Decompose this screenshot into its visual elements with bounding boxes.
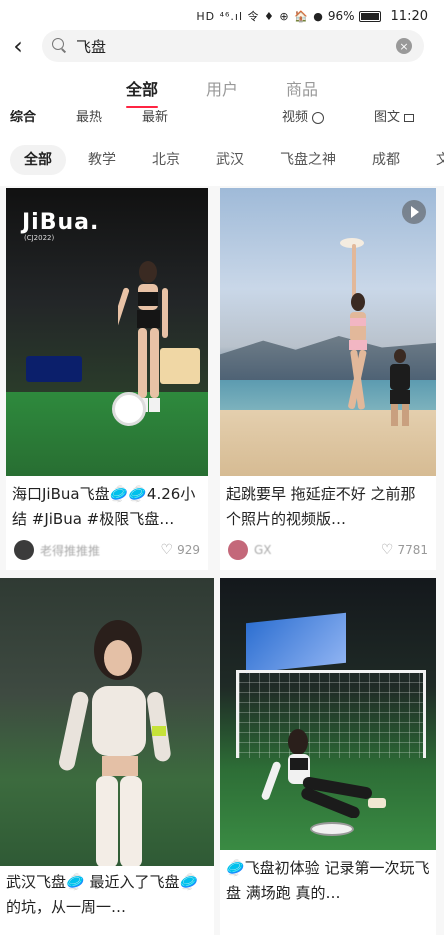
battery-icon bbox=[358, 10, 381, 22]
note-meta: GX ♡ 7781 bbox=[228, 540, 428, 560]
sort-bar: 综合 最热 最新 视频 图文 bbox=[0, 110, 444, 128]
avatar[interactable] bbox=[228, 540, 248, 560]
note-meta: 老得推推推 ♡ 929 bbox=[14, 540, 200, 560]
avatar[interactable] bbox=[14, 540, 34, 560]
heart-icon[interactable]: ♡ bbox=[381, 542, 394, 558]
chip-copywriting[interactable]: 文案 bbox=[422, 145, 444, 175]
chip-chengdu[interactable]: 成都 bbox=[358, 145, 414, 175]
jumping-player-figure bbox=[348, 244, 367, 410]
author-name[interactable]: 老得推推推 bbox=[40, 542, 161, 559]
sort-image-text[interactable]: 图文 bbox=[374, 110, 415, 125]
billboard-screen bbox=[246, 612, 346, 674]
battery-percentage: 96% bbox=[327, 9, 355, 23]
frisbee-disc bbox=[112, 392, 146, 426]
status-time: 11:20 bbox=[390, 8, 428, 24]
note-title[interactable]: 🥏飞盘初体验 记录第一次玩飞盘 满场跑 真的… bbox=[226, 856, 430, 906]
filter-chips: 全部 教学 北京 武汉 飞盘之神 成都 文案 bbox=[0, 144, 444, 176]
sitting-player-figure bbox=[261, 729, 386, 818]
note-cover-image[interactable] bbox=[220, 578, 436, 850]
like-count: 929 bbox=[177, 543, 200, 557]
note-title[interactable]: 海口JiBua飞盘🥏🥏4.26小结 #JiBua #极限飞盘… bbox=[12, 482, 202, 532]
note-cover-image[interactable] bbox=[0, 578, 214, 866]
tab-products[interactable]: 商品 bbox=[286, 76, 318, 110]
filter-icon bbox=[404, 113, 415, 122]
note-title[interactable]: 起跳要早 拖延症不好 之前那个照片的视频版… bbox=[226, 482, 430, 532]
chip-wuhan[interactable]: 武汉 bbox=[202, 145, 258, 175]
results-feed: JiBua. (CJ2022) 海口JiBua飞盘🥏🥏4.26小结 #JiBua… bbox=[0, 186, 444, 935]
clear-search-icon[interactable]: × bbox=[396, 38, 412, 54]
sort-comprehensive[interactable]: 综合 bbox=[10, 110, 36, 125]
result-type-tabs: 全部 用户 商品 bbox=[0, 76, 444, 110]
sort-video[interactable]: 视频 bbox=[282, 110, 325, 125]
sort-newest[interactable]: 最新 bbox=[142, 110, 168, 125]
sponsor-banner bbox=[26, 356, 82, 382]
tab-all[interactable]: 全部 bbox=[126, 76, 158, 110]
video-play-icon bbox=[402, 200, 426, 224]
tab-users[interactable]: 用户 bbox=[206, 76, 238, 110]
sort-video-label: 视频 bbox=[282, 110, 309, 125]
note-card[interactable]: JiBua. (CJ2022) 海口JiBua飞盘🥏🥏4.26小结 #JiBua… bbox=[6, 188, 208, 570]
note-title[interactable]: 武汉飞盘🥏 最近入了飞盘🥏的坑，从一周一… bbox=[6, 870, 208, 920]
frisbee-disc bbox=[310, 822, 354, 836]
search-bar[interactable]: 飞盘 × bbox=[42, 30, 424, 62]
spectator-figure bbox=[390, 349, 410, 426]
chip-teaching[interactable]: 教学 bbox=[74, 145, 130, 175]
chip-all[interactable]: 全部 bbox=[10, 145, 66, 175]
status-bar: HD ⁴⁶.ıl 令 ♦ ⊕ 🏠 ● 96% 11:20 bbox=[0, 0, 444, 32]
sort-hottest[interactable]: 最热 bbox=[76, 110, 102, 125]
back-arrow-icon[interactable]: ‹ bbox=[6, 32, 30, 60]
filter-circle-icon bbox=[312, 111, 325, 124]
sort-image-text-label: 图文 bbox=[374, 110, 401, 125]
jibua-logo-subtext: (CJ2022) bbox=[24, 234, 55, 242]
note-card[interactable]: 起跳要早 拖延症不好 之前那个照片的视频版… GX ♡ 7781 bbox=[220, 188, 436, 570]
author-name[interactable]: GX bbox=[254, 543, 381, 557]
player-figure bbox=[59, 620, 171, 866]
like-count: 7781 bbox=[397, 543, 428, 557]
search-input[interactable]: 飞盘 bbox=[76, 36, 396, 57]
note-cover-image[interactable]: JiBua. (CJ2022) bbox=[6, 188, 208, 476]
heart-icon[interactable]: ♡ bbox=[161, 542, 174, 558]
search-icon bbox=[52, 38, 68, 54]
jibua-logo: JiBua. bbox=[22, 210, 100, 235]
status-icons: HD ⁴⁶.ıl 令 ♦ ⊕ 🏠 ● bbox=[196, 10, 324, 23]
note-card[interactable]: 武汉飞盘🥏 最近入了飞盘🥏的坑，从一周一… bbox=[0, 578, 214, 935]
search-header: ‹ 飞盘 × bbox=[0, 30, 444, 62]
note-card[interactable]: 🥏飞盘初体验 记录第一次玩飞盘 满场跑 真的… bbox=[220, 578, 436, 935]
chip-beijing[interactable]: 北京 bbox=[138, 145, 194, 175]
chip-frisbee-god[interactable]: 飞盘之神 bbox=[266, 145, 350, 175]
note-cover-image[interactable] bbox=[220, 188, 436, 476]
